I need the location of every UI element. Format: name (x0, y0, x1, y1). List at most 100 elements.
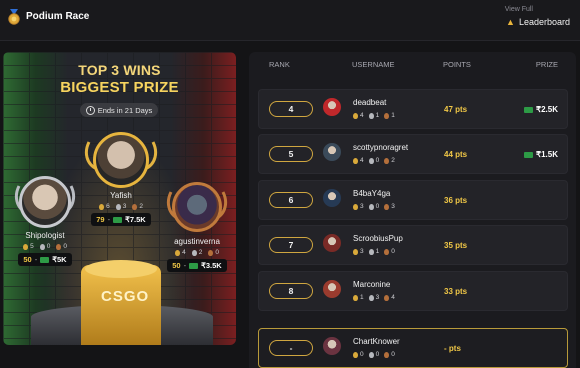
bronze-medal-icon (208, 249, 214, 256)
clock-icon (85, 105, 95, 115)
medal-counts: 5 0 0 (5, 243, 85, 250)
podium-player-second[interactable]: Shipologist 5 0 0 50 - ₹5K (5, 176, 85, 266)
prize-chip: 79 - ₹7.5K (91, 213, 151, 226)
gold-count: 3 (360, 203, 364, 210)
player-points: 79 (96, 215, 105, 224)
points: 33 pts (444, 287, 468, 296)
prize: ₹1.5K (524, 150, 558, 159)
prize-chip: 50 - ₹3.5K (167, 259, 227, 272)
ends-timer-text: Ends in 21 Days (97, 105, 153, 115)
silver-medal-icon (115, 203, 121, 210)
gold-count: 5 (30, 243, 34, 250)
table-row[interactable]: 7 ScroobiusPup 3 1 0 35 pts (258, 225, 568, 265)
avatar (323, 189, 341, 207)
header-prize: PRIZE (535, 60, 558, 69)
bronze-count: 0 (215, 249, 219, 256)
header-rank: RANK (269, 60, 290, 69)
prize-amount: ₹2.5K (536, 105, 558, 114)
silver-count: 1 (375, 112, 380, 119)
silver-count: 0 (375, 351, 380, 358)
username: ChartKnower (353, 337, 400, 346)
silver-count: 0 (375, 157, 380, 164)
rank-badge: 5 (269, 146, 313, 162)
podium-panel: TOP 3 WINS BIGGEST PRIZE Ends in 21 Days… (3, 52, 236, 345)
player-points: 50 (23, 255, 32, 264)
top-header: Podium Race View Full ▲ Leaderboard (0, 0, 580, 41)
silver-medal-icon (368, 112, 374, 119)
cash-icon (524, 106, 533, 113)
podium-title-line1: TOP 3 WINS (78, 62, 161, 78)
leaderboard-link[interactable]: ▲ Leaderboard (506, 17, 570, 27)
cash-icon (189, 262, 199, 269)
bronze-count: 0 (63, 243, 67, 250)
bronze-medal-icon (384, 203, 390, 210)
prize-chip: 50 - ₹5K (18, 253, 72, 266)
medal-counts: 4 2 0 (157, 249, 236, 256)
table-row[interactable]: 4 deadbeat 4 1 1 47 pts ₹2.5K (258, 89, 568, 129)
silver-medal-icon (39, 243, 45, 250)
silver-medal-icon (368, 157, 374, 164)
table-row[interactable]: 5 scottypnoragret 4 0 2 44 pts ₹1.5K (258, 134, 568, 174)
username: Marconine (353, 280, 391, 289)
silver-count: 0 (375, 203, 380, 210)
player-points: 50 (172, 261, 181, 270)
gold-medal-icon (175, 249, 181, 256)
avatar (93, 132, 149, 188)
avatar (323, 98, 341, 116)
gold-count: 0 (360, 351, 364, 358)
avatar (19, 176, 71, 228)
medal-counts: 3 1 0 (353, 248, 395, 255)
bronze-count: 0 (391, 248, 395, 255)
medal-counts: 1 3 4 (353, 294, 395, 301)
silver-count: 3 (122, 203, 127, 210)
bronze-medal-icon (384, 248, 390, 255)
silver-count: 0 (46, 243, 51, 250)
table-row[interactable]: 8 Marconine 1 3 4 33 pts (258, 271, 568, 311)
silver-count: 2 (198, 249, 203, 256)
gold-medal-icon (353, 203, 358, 210)
bronze-medal-icon (384, 294, 390, 301)
silver-medal-icon (368, 203, 374, 210)
bronze-medal-icon (384, 112, 390, 119)
silver-medal-icon (368, 248, 374, 255)
avatar (323, 337, 341, 355)
silver-count: 1 (375, 248, 380, 255)
podium-logo: CSGO (101, 288, 150, 305)
bronze-medal-icon (132, 203, 138, 210)
table-row[interactable]: 6 B4baY4ga 3 0 3 36 pts (258, 180, 568, 220)
prize: ₹2.5K (524, 105, 558, 114)
header-points: POINTS (443, 60, 471, 69)
bronze-count: 2 (391, 157, 395, 164)
avatar (323, 280, 341, 298)
gold-medal-icon (353, 157, 358, 164)
view-full-label: View Full (504, 6, 533, 13)
podium-title-line2: BIGGEST PRIZE (60, 79, 179, 96)
leaderboard-link-label: Leaderboard (518, 17, 570, 27)
bronze-medal-icon (56, 243, 62, 250)
page-title: Podium Race (26, 11, 90, 22)
username: deadbeat (353, 98, 387, 107)
player-name: Yafish (110, 191, 132, 200)
gold-medal-icon (99, 203, 105, 210)
cash-icon (113, 216, 123, 223)
podium-player-first[interactable]: Yafish 6 3 2 79 - ₹7.5K (83, 132, 159, 226)
player-prize: ₹7.5K (125, 215, 146, 224)
medal-counts: 0 0 0 (353, 351, 395, 358)
silver-medal-icon (368, 351, 374, 358)
medal-counts: 3 0 3 (353, 203, 395, 210)
medal-counts: 6 3 2 (83, 203, 159, 210)
current-user-row[interactable]: - ChartKnower 0 0 0 - pts (258, 328, 568, 368)
gold-medal-icon (353, 294, 358, 301)
rank-badge: 7 (269, 237, 313, 253)
silver-medal-icon (191, 249, 197, 256)
header-username: USERNAME (352, 60, 395, 69)
podium-player-third[interactable]: agustinverna 4 2 0 50 - ₹3.5K (157, 182, 236, 272)
medal-icon (8, 9, 20, 25)
gold-medal-icon (23, 243, 29, 250)
points: 44 pts (444, 150, 468, 159)
ends-timer-badge: Ends in 21 Days (80, 103, 158, 117)
player-name: agustinverna (174, 237, 220, 246)
rank-badge: - (269, 340, 313, 356)
bronze-medal-icon (384, 157, 390, 164)
cash-icon (524, 151, 533, 158)
